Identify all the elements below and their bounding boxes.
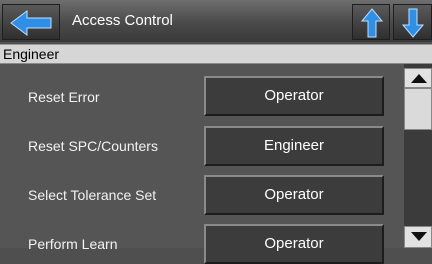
permission-label-select-tolerance-set: Select Tolerance Set (28, 187, 157, 203)
scroll-up-triangle-icon (411, 74, 427, 83)
permission-label-reset-error: Reset Error (28, 89, 100, 105)
permissions-list: Reset Error Operator Reset SPC/Counters … (0, 64, 404, 264)
permission-level-button-reset-spc-counters[interactable]: Engineer (204, 126, 384, 166)
page-down-button[interactable] (393, 4, 432, 40)
permission-label-reset-spc-counters: Reset SPC/Counters (28, 138, 158, 154)
vertical-scrollbar[interactable] (404, 64, 432, 248)
back-button[interactable] (2, 4, 60, 40)
role-label: Engineer (3, 46, 60, 62)
permission-level-button-reset-error[interactable]: Operator (204, 76, 384, 116)
title-bar: Access Control (0, 0, 432, 42)
scroll-thumb[interactable] (404, 88, 432, 130)
permission-level-button-select-tolerance-set[interactable]: Operator (204, 175, 384, 215)
permission-label-perform-learn: Perform Learn (28, 236, 118, 252)
arrow-down-icon (402, 8, 424, 38)
scroll-up-button[interactable] (404, 68, 432, 88)
arrow-left-icon (10, 10, 52, 36)
scroll-down-triangle-icon (411, 232, 427, 241)
permission-level-button-perform-learn[interactable]: Operator (204, 224, 384, 264)
page-up-button[interactable] (352, 4, 390, 40)
scroll-down-button[interactable] (404, 226, 432, 248)
page-title: Access Control (72, 12, 173, 29)
arrow-up-icon (361, 8, 383, 38)
role-bar: Engineer (0, 44, 432, 64)
